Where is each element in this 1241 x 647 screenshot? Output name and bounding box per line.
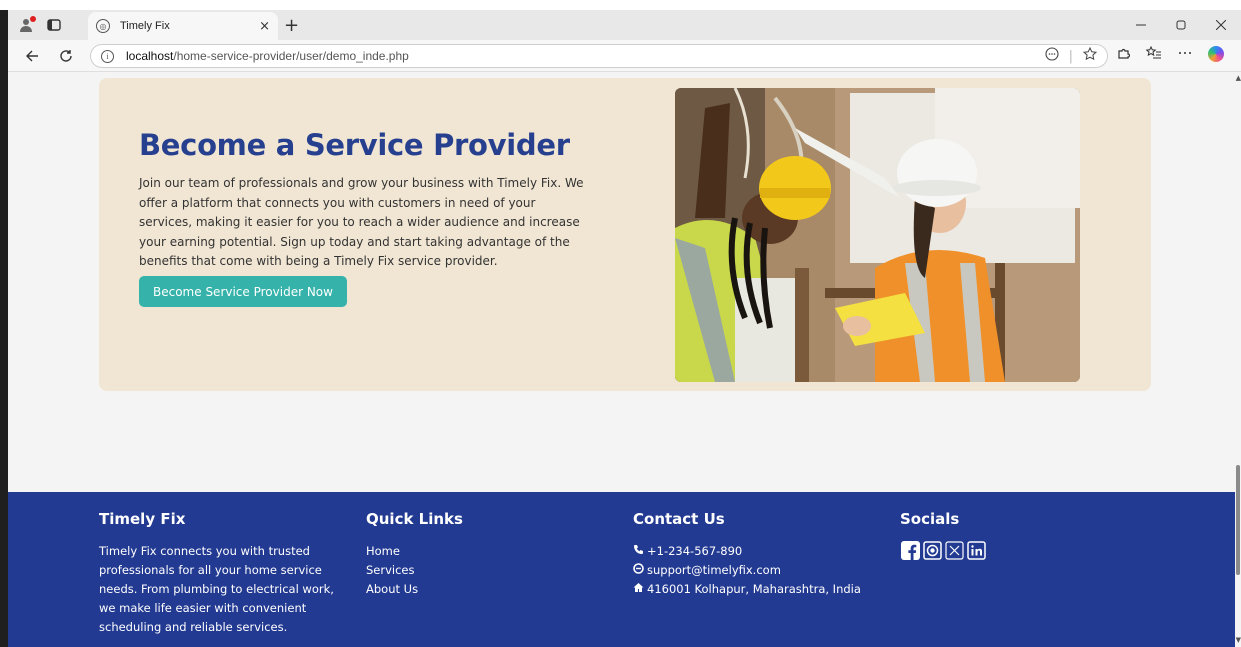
address-bar: i localhost/home-service-provider/user/d… [8, 40, 1241, 72]
footer-link-about-us[interactable]: About Us [366, 580, 463, 599]
footer-socials: Socials [900, 510, 986, 560]
toolbar-icons [1116, 45, 1224, 64]
footer-contact-heading: Contact Us [633, 510, 725, 528]
more-menu-icon[interactable] [1178, 46, 1192, 64]
social-icons [900, 540, 986, 560]
separator: | [1068, 48, 1073, 64]
back-arrow-icon[interactable] [22, 46, 42, 66]
minimize-icon[interactable] [1121, 10, 1161, 40]
url-text: localhost/home-service-provider/user/dem… [126, 49, 409, 63]
page-viewport: Become a Service Provider Join our team … [8, 72, 1235, 647]
x-icon[interactable] [944, 540, 964, 560]
contact-address-text: 416001 Kolhapur, Maharashtra, India [647, 582, 861, 596]
become-provider-button[interactable]: Become Service Provider Now [139, 276, 347, 307]
new-tab-button[interactable]: + [284, 15, 299, 36]
scroll-up-arrow-icon[interactable]: ▲ [1236, 74, 1241, 82]
tab-bar: ◎ Timely Fix × + [8, 10, 1241, 40]
footer-quick-links: Quick Links Home Services About Us [366, 510, 463, 599]
footer-socials-heading: Socials [900, 510, 960, 528]
extensions-icon[interactable] [1116, 46, 1131, 64]
more-options-circle-icon[interactable] [1045, 47, 1059, 65]
top-strip [0, 0, 1241, 10]
footer-quick-links-heading: Quick Links [366, 510, 463, 528]
footer-contact: Contact Us +1-234-567-890 support@timely… [633, 510, 861, 599]
globe-icon: ◎ [96, 19, 110, 33]
contact-phone: +1-234-567-890 [633, 542, 861, 561]
footer-link-services[interactable]: Services [366, 561, 463, 580]
copilot-icon[interactable] [1208, 46, 1224, 62]
profile-icon[interactable] [16, 15, 36, 35]
window-controls [1121, 10, 1241, 40]
scroll-down-arrow-icon[interactable]: ▼ [1236, 636, 1241, 644]
phone-icon [633, 542, 647, 561]
close-window-icon[interactable] [1201, 10, 1241, 40]
hero-description: Join our team of professionals and grow … [139, 176, 584, 268]
footer-about-text: Timely Fix connects you with trusted pro… [99, 544, 334, 634]
contact-phone-text: +1-234-567-890 [647, 544, 743, 558]
info-icon[interactable]: i [101, 49, 114, 63]
url-field[interactable]: i localhost/home-service-provider/user/d… [90, 44, 1108, 68]
instagram-icon[interactable] [922, 540, 942, 560]
footer-about: Timely Fix Timely Fix connects you with … [99, 510, 339, 637]
url-actions: | [1045, 46, 1098, 65]
home-icon [633, 580, 647, 599]
tab-actions-icon[interactable] [44, 15, 64, 35]
restore-icon[interactable] [1161, 10, 1201, 40]
footer-about-heading: Timely Fix [99, 510, 186, 528]
favorite-star-icon[interactable] [1082, 46, 1098, 65]
footer-link-home[interactable]: Home [366, 542, 463, 561]
tab-title: Timely Fix [120, 20, 170, 32]
window-frame [0, 10, 8, 647]
hero-title: Become a Service Provider [139, 128, 570, 162]
scrollbar-thumb[interactable] [1236, 465, 1240, 575]
favorites-icon[interactable] [1145, 45, 1162, 64]
close-tab-icon[interactable]: × [259, 19, 270, 34]
refresh-icon[interactable] [56, 46, 76, 66]
contact-email: support@timelyfix.com [633, 561, 861, 580]
linkedin-icon[interactable] [966, 540, 986, 560]
email-icon [633, 561, 647, 580]
workers-photo [675, 88, 1080, 382]
site-footer: Timely Fix Timely Fix connects you with … [8, 492, 1235, 647]
contact-email-text: support@timelyfix.com [647, 563, 781, 577]
contact-address: 416001 Kolhapur, Maharashtra, India [633, 580, 861, 599]
tab-timely-fix[interactable]: ◎ Timely Fix × [88, 12, 278, 40]
facebook-icon[interactable] [900, 540, 920, 560]
become-provider-section: Become a Service Provider Join our team … [99, 78, 1151, 391]
